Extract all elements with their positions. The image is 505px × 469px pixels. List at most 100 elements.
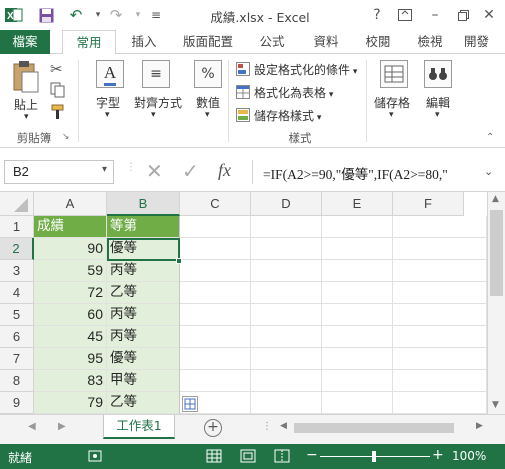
column-header-f[interactable]: F (393, 192, 464, 216)
empty-cell[interactable] (251, 216, 322, 238)
empty-cell[interactable] (180, 370, 251, 392)
font-icon[interactable]: A (96, 60, 124, 88)
redo-icon[interactable]: ↷ (106, 5, 126, 25)
tab-file[interactable]: 檔案 (0, 30, 50, 54)
horizontal-scroll-thumb[interactable] (294, 423, 454, 433)
collapse-ribbon-icon[interactable]: ⌃ (486, 132, 494, 143)
page-layout-view-icon[interactable] (240, 449, 256, 466)
row-header-9[interactable]: 9 (0, 392, 34, 414)
quick-analysis-icon[interactable] (182, 396, 198, 412)
row-header-1[interactable]: 1 (0, 216, 34, 238)
tab-data[interactable]: 資料 (306, 30, 346, 54)
empty-cell[interactable] (322, 326, 393, 348)
empty-cell[interactable] (180, 304, 251, 326)
column-header-d[interactable]: D (251, 192, 322, 216)
empty-cell[interactable] (322, 282, 393, 304)
undo-dropdown-icon[interactable]: ▾ (88, 5, 108, 25)
insert-function-icon[interactable]: fx (218, 160, 231, 181)
empty-cell[interactable] (251, 348, 322, 370)
empty-cell[interactable] (251, 238, 322, 260)
row-header-5[interactable]: 5 (0, 304, 34, 326)
empty-cell[interactable] (251, 326, 322, 348)
empty-cell[interactable] (393, 304, 487, 326)
cell-styles-button[interactable]: 儲存格樣式 ▾ (254, 107, 321, 124)
empty-cell[interactable] (322, 260, 393, 282)
empty-cell[interactable] (322, 370, 393, 392)
confirm-edit-icon[interactable]: ✓ (182, 159, 199, 183)
score-cell[interactable]: 45 (34, 326, 107, 348)
scroll-up-icon[interactable]: ▲ (492, 194, 499, 204)
row-header-2[interactable]: 2 (0, 238, 34, 260)
grade-cell[interactable]: 乙等 (107, 282, 180, 304)
empty-cell[interactable] (393, 238, 487, 260)
cells-icon[interactable] (380, 60, 408, 88)
next-sheet-icon[interactable]: ▶ (58, 421, 66, 432)
zoom-in-icon[interactable]: + (432, 447, 444, 463)
zoom-out-icon[interactable]: − (306, 447, 318, 463)
score-cell[interactable]: 79 (34, 392, 107, 414)
binoculars-icon[interactable] (424, 60, 452, 88)
score-cell[interactable]: 83 (34, 370, 107, 392)
format-painter-icon[interactable] (50, 104, 66, 123)
zoom-level[interactable]: 100% (452, 449, 486, 463)
restore-icon[interactable] (452, 4, 474, 26)
empty-cell[interactable] (180, 282, 251, 304)
empty-cell[interactable] (393, 348, 487, 370)
number-label[interactable]: 數值 (196, 94, 220, 111)
score-cell[interactable]: 95 (34, 348, 107, 370)
format-as-table-button[interactable]: 格式化為表格 ▾ (254, 84, 333, 101)
row-header-6[interactable]: 6 (0, 326, 34, 348)
empty-cell[interactable] (393, 392, 487, 414)
grade-cell[interactable]: 丙等 (107, 304, 180, 326)
cut-icon[interactable]: ✂ (50, 60, 63, 78)
empty-cell[interactable] (251, 304, 322, 326)
empty-cell[interactable] (251, 370, 322, 392)
minimize-icon[interactable]: – (424, 4, 446, 26)
empty-cell[interactable] (180, 326, 251, 348)
empty-cell[interactable] (322, 216, 393, 238)
column-header-e[interactable]: E (322, 192, 393, 216)
tab-home[interactable]: 常用 (62, 30, 116, 55)
column-header-b[interactable]: B (107, 192, 180, 216)
percent-icon[interactable]: % (194, 60, 222, 88)
prev-sheet-icon[interactable]: ◀ (28, 421, 36, 432)
customize-toolbar-icon[interactable]: ≡ (146, 5, 166, 25)
alignment-label[interactable]: 對齊方式 (134, 94, 182, 111)
tab-view[interactable]: 檢視 (410, 30, 450, 54)
empty-cell[interactable] (322, 392, 393, 414)
grade-cell[interactable]: 丙等 (107, 260, 180, 282)
empty-cell[interactable] (322, 238, 393, 260)
clipboard-launcher-icon[interactable]: ↘ (62, 132, 70, 142)
scroll-down-icon[interactable]: ▼ (492, 400, 499, 410)
empty-cell[interactable] (393, 370, 487, 392)
column-header-a[interactable]: A (34, 192, 107, 216)
empty-cell[interactable] (393, 282, 487, 304)
row-header-7[interactable]: 7 (0, 348, 34, 370)
table-header-cell[interactable]: 等第 (107, 216, 180, 238)
new-sheet-icon[interactable]: + (204, 419, 222, 437)
cells-label[interactable]: 儲存格 (374, 94, 410, 111)
column-header-c[interactable]: C (180, 192, 251, 216)
cancel-edit-icon[interactable]: ✕ (146, 159, 163, 183)
empty-cell[interactable] (180, 348, 251, 370)
empty-cell[interactable] (180, 238, 251, 260)
grade-cell[interactable]: 甲等 (107, 370, 180, 392)
grade-cell[interactable]: 優等 (107, 348, 180, 370)
score-cell[interactable]: 72 (34, 282, 107, 304)
score-cell[interactable]: 60 (34, 304, 107, 326)
empty-cell[interactable] (393, 216, 487, 238)
paste-button[interactable]: 貼上 ▾ (10, 60, 40, 122)
empty-cell[interactable] (393, 260, 487, 282)
save-icon[interactable] (36, 5, 56, 25)
font-label[interactable]: 字型 (96, 94, 120, 111)
empty-cell[interactable] (393, 326, 487, 348)
empty-cell[interactable] (322, 304, 393, 326)
empty-cell[interactable] (180, 260, 251, 282)
ribbon-display-options-icon[interactable] (394, 4, 416, 26)
empty-cell[interactable] (322, 348, 393, 370)
macro-recording-icon[interactable] (88, 449, 102, 466)
name-box-dropdown-icon[interactable]: ▾ (102, 164, 107, 175)
name-box[interactable]: B2 (4, 160, 114, 184)
score-cell[interactable]: 59 (34, 260, 107, 282)
undo-icon[interactable]: ↶ (66, 5, 86, 25)
